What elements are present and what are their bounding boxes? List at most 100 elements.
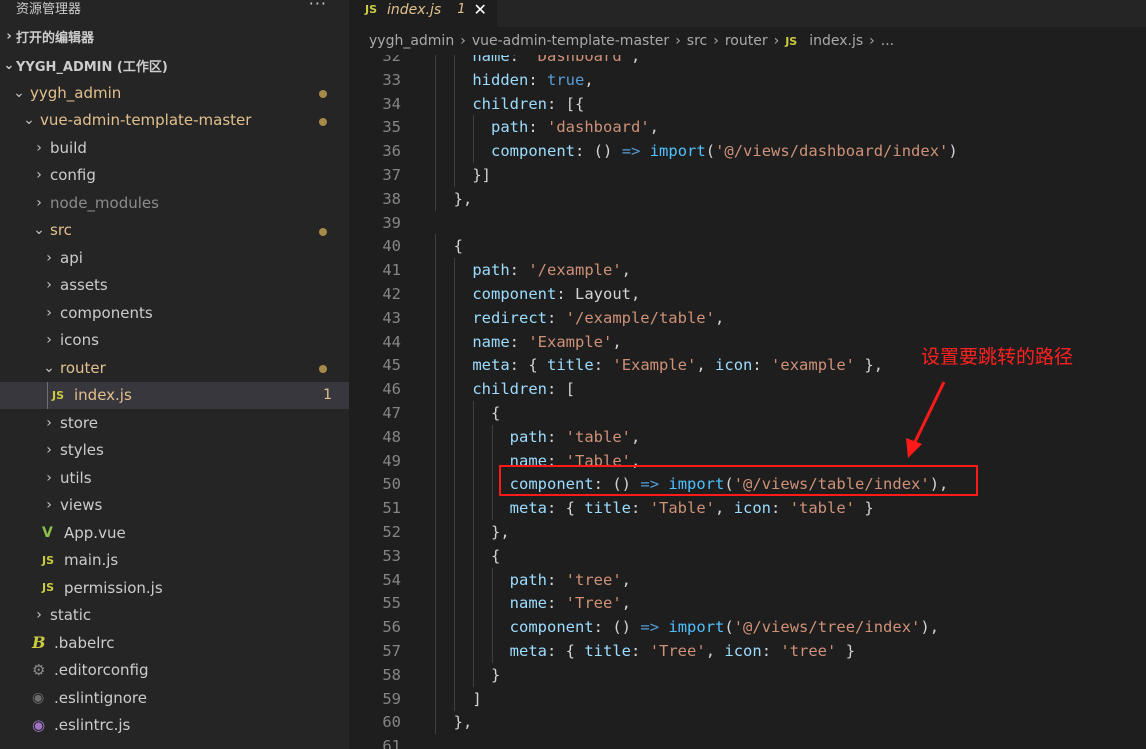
line-number: 49 bbox=[382, 451, 401, 470]
tree-item[interactable]: B .babelrc bbox=[0, 629, 349, 657]
code-text: { bbox=[491, 546, 501, 565]
breadcrumb-ellipsis[interactable]: ... bbox=[881, 33, 894, 49]
code-line: 48 path: 'table', bbox=[349, 424, 1146, 449]
code-line: 52 }, bbox=[349, 520, 1146, 544]
code-line: 42 component: Layout, bbox=[349, 282, 1146, 306]
tree-item[interactable]: ⌄ src bbox=[0, 217, 349, 245]
chevron-right-icon: › bbox=[713, 33, 719, 49]
code-line: 51 meta: { title: 'Table', icon: 'table'… bbox=[349, 496, 1146, 521]
breadcrumb-item[interactable]: vue-admin-template-master bbox=[472, 33, 669, 49]
tab-index-js[interactable]: JS index.js 1 ✕ bbox=[349, 0, 497, 27]
code-line: 36 component: () => import('@/views/dash… bbox=[349, 139, 1146, 164]
code-text: { bbox=[453, 237, 464, 256]
code-editor[interactable]: 32 name: 'Dashboard', 33 hidden: true, 34 … bbox=[349, 55, 1146, 749]
chevron-right-icon: › bbox=[46, 304, 52, 321]
code-text: { bbox=[491, 404, 501, 422]
line-number: 36 bbox=[382, 142, 401, 161]
open-editors-label: 打开的编辑器 bbox=[16, 31, 95, 46]
line-number: 52 bbox=[382, 523, 401, 541]
tree-item[interactable]: › components bbox=[0, 299, 349, 327]
line-number: 50 bbox=[382, 475, 401, 494]
chevron-right-icon: › bbox=[46, 497, 52, 514]
tree-item[interactable]: › styles bbox=[0, 437, 349, 465]
tree-item[interactable]: › api bbox=[0, 244, 349, 272]
line-number: 42 bbox=[382, 285, 401, 303]
code-line: 60 }, bbox=[349, 710, 1146, 735]
tree-item-label: yygh_admin bbox=[30, 83, 122, 102]
line-number: 34 bbox=[382, 94, 401, 113]
code-line: 41 path: '/example', bbox=[349, 258, 1146, 283]
code-line: 37 }] bbox=[349, 163, 1146, 187]
chevron-down-icon: ⌄ bbox=[43, 359, 55, 376]
tree-item[interactable]: V App.vue bbox=[0, 519, 349, 547]
chevron-right-icon: › bbox=[46, 442, 52, 459]
tree-item[interactable]: JS index.js 1 bbox=[0, 381, 349, 409]
tree-item[interactable]: ◉ .eslintignore bbox=[0, 684, 349, 712]
tree-item[interactable]: › icons bbox=[0, 327, 349, 355]
breadcrumb-item[interactable]: src bbox=[687, 33, 707, 49]
tree-item[interactable]: ⌄ vue-admin-template-master bbox=[0, 107, 349, 135]
tree-item[interactable]: ◉ .eslintrc.js bbox=[0, 712, 349, 740]
close-icon[interactable]: ✕ bbox=[473, 0, 486, 19]
tree-item[interactable]: JS permission.js bbox=[0, 574, 349, 602]
code-line: 39 bbox=[349, 211, 1146, 235]
code-line: 59 ] bbox=[349, 686, 1146, 711]
tree-item[interactable]: › node_modules bbox=[0, 189, 349, 217]
tree-item[interactable]: JS main.js bbox=[0, 547, 349, 575]
chevron-right-icon: › bbox=[46, 277, 52, 294]
breadcrumb: yygh_admin › vue-admin-template-master › s… bbox=[349, 27, 1146, 55]
line-number: 45 bbox=[382, 356, 401, 375]
breadcrumb-item[interactable]: yygh_admin bbox=[369, 33, 454, 49]
line-number: 54 bbox=[382, 570, 401, 589]
code-line: 33 hidden: true, bbox=[349, 67, 1146, 92]
explorer-sidebar: 资源管理器 ··· › 打开的编辑器 ⌄ YYGH_ADMIN (工作区) ⌄ y… bbox=[0, 0, 349, 749]
line-number: 53 bbox=[382, 546, 401, 565]
code-text: redirect: '/example/table', bbox=[472, 308, 725, 327]
chevron-down-icon: ⌄ bbox=[3, 58, 15, 73]
tree-item[interactable]: › utils bbox=[0, 464, 349, 492]
workspace-section[interactable]: ⌄ YYGH_ADMIN (工作区) bbox=[0, 52, 349, 79]
tree-item-label: index.js bbox=[74, 386, 132, 405]
modified-dot-icon bbox=[319, 117, 327, 126]
tree-item-label: node_modules bbox=[50, 193, 159, 212]
tree-item-label: styles bbox=[60, 441, 104, 460]
tree-item[interactable]: › config bbox=[0, 162, 349, 190]
tree-item-label: .eslintrc.js bbox=[54, 716, 131, 735]
tree-item-label: config bbox=[50, 166, 96, 185]
more-actions-icon[interactable]: ··· bbox=[309, 0, 327, 13]
code-text: name: 'Tree', bbox=[509, 594, 631, 613]
line-number: 57 bbox=[382, 642, 401, 660]
tree-item-label: router bbox=[60, 358, 106, 377]
explorer-header: 资源管理器 ··· bbox=[0, 0, 349, 21]
open-editors-section[interactable]: › 打开的编辑器 bbox=[0, 23, 349, 50]
code-text: name: 'Dashboard', bbox=[472, 55, 641, 65]
tree-item-label: vue-admin-template-master bbox=[40, 111, 252, 130]
chevron-right-icon: › bbox=[36, 607, 42, 624]
chevron-right-icon: › bbox=[869, 33, 875, 49]
tree-item[interactable]: › views bbox=[0, 492, 349, 520]
chevron-right-icon: › bbox=[36, 167, 42, 184]
problem-count-badge: 1 bbox=[323, 386, 332, 403]
code-line: 32 name: 'Dashboard', bbox=[349, 55, 1146, 68]
tree-item[interactable]: ⌄ yygh_admin bbox=[0, 79, 349, 107]
tree-item[interactable]: ⚙ .editorconfig bbox=[0, 657, 349, 685]
breadcrumb-item[interactable]: router bbox=[725, 33, 768, 49]
line-number: 43 bbox=[382, 308, 401, 327]
line-number: 55 bbox=[382, 594, 401, 613]
tree-item[interactable]: ⌄ router bbox=[0, 354, 349, 382]
tree-item[interactable]: › static bbox=[0, 602, 349, 630]
tab-bar: JS index.js 1 ✕ bbox=[349, 0, 1146, 27]
chevron-right-icon: › bbox=[36, 194, 42, 211]
line-number: 61 bbox=[382, 737, 401, 749]
breadcrumb-file[interactable]: index.js bbox=[809, 33, 863, 49]
tree-item-label: api bbox=[60, 248, 83, 267]
code-text: }, bbox=[453, 713, 473, 732]
tree-item[interactable]: › store bbox=[0, 409, 349, 437]
tree-item[interactable]: › assets bbox=[0, 272, 349, 300]
tree-item-label: .eslintignore bbox=[54, 688, 147, 707]
tree-item-label: utils bbox=[60, 468, 92, 487]
code-line: 35 path: 'dashboard', bbox=[349, 115, 1146, 140]
code-text: path: 'table', bbox=[509, 427, 641, 446]
line-number: 41 bbox=[382, 261, 401, 280]
tree-item[interactable]: › build bbox=[0, 134, 349, 162]
